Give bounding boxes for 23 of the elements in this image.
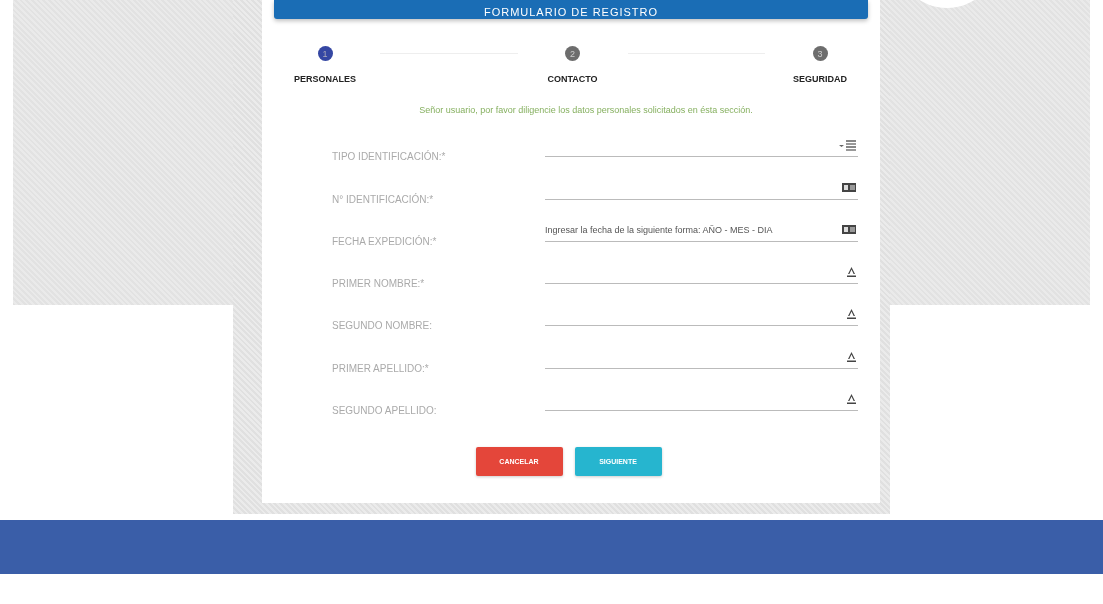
field-label: SEGUNDO APELLIDO: [332,405,438,417]
step-label: PERSONALES [294,74,356,84]
step-label: SEGURIDAD [793,74,847,84]
input-field[interactable]: Ingresar la fecha de la siguiente forma: AÑO - MES - DIA [545,219,858,242]
field-label: PRIMER APELLIDO:* [332,362,430,374]
step-number[interactable]: 1 [317,46,333,61]
field-label: SEGUNDO NOMBRE: [332,320,433,332]
step-label: CONTACTO [547,74,598,84]
field-label: FECHA EXPEDICIÓN:* [332,235,438,247]
field-label: TIPO IDENTIFICACIÓN:* [332,151,447,163]
field-label: PRIMER NOMBRE:* [332,278,426,290]
text-format-icon [847,351,856,362]
field-label: N° IDENTIFICACIÓN:* [332,193,435,205]
text-format-icon [847,309,856,320]
form-header: FORMULARIO DE REGISTRO [274,0,868,19]
text-format-icon [847,394,856,405]
id-card-icon [842,182,856,192]
list-icon [839,140,856,152]
step-number[interactable]: 3 [812,46,828,61]
instructions-text: Señor usuario, por favor diligencie los datos personales solicitados en ésta sección. [418,105,754,115]
id-card-icon [842,224,856,234]
text-format-icon [847,267,856,278]
step-number[interactable]: 2 [565,46,580,61]
